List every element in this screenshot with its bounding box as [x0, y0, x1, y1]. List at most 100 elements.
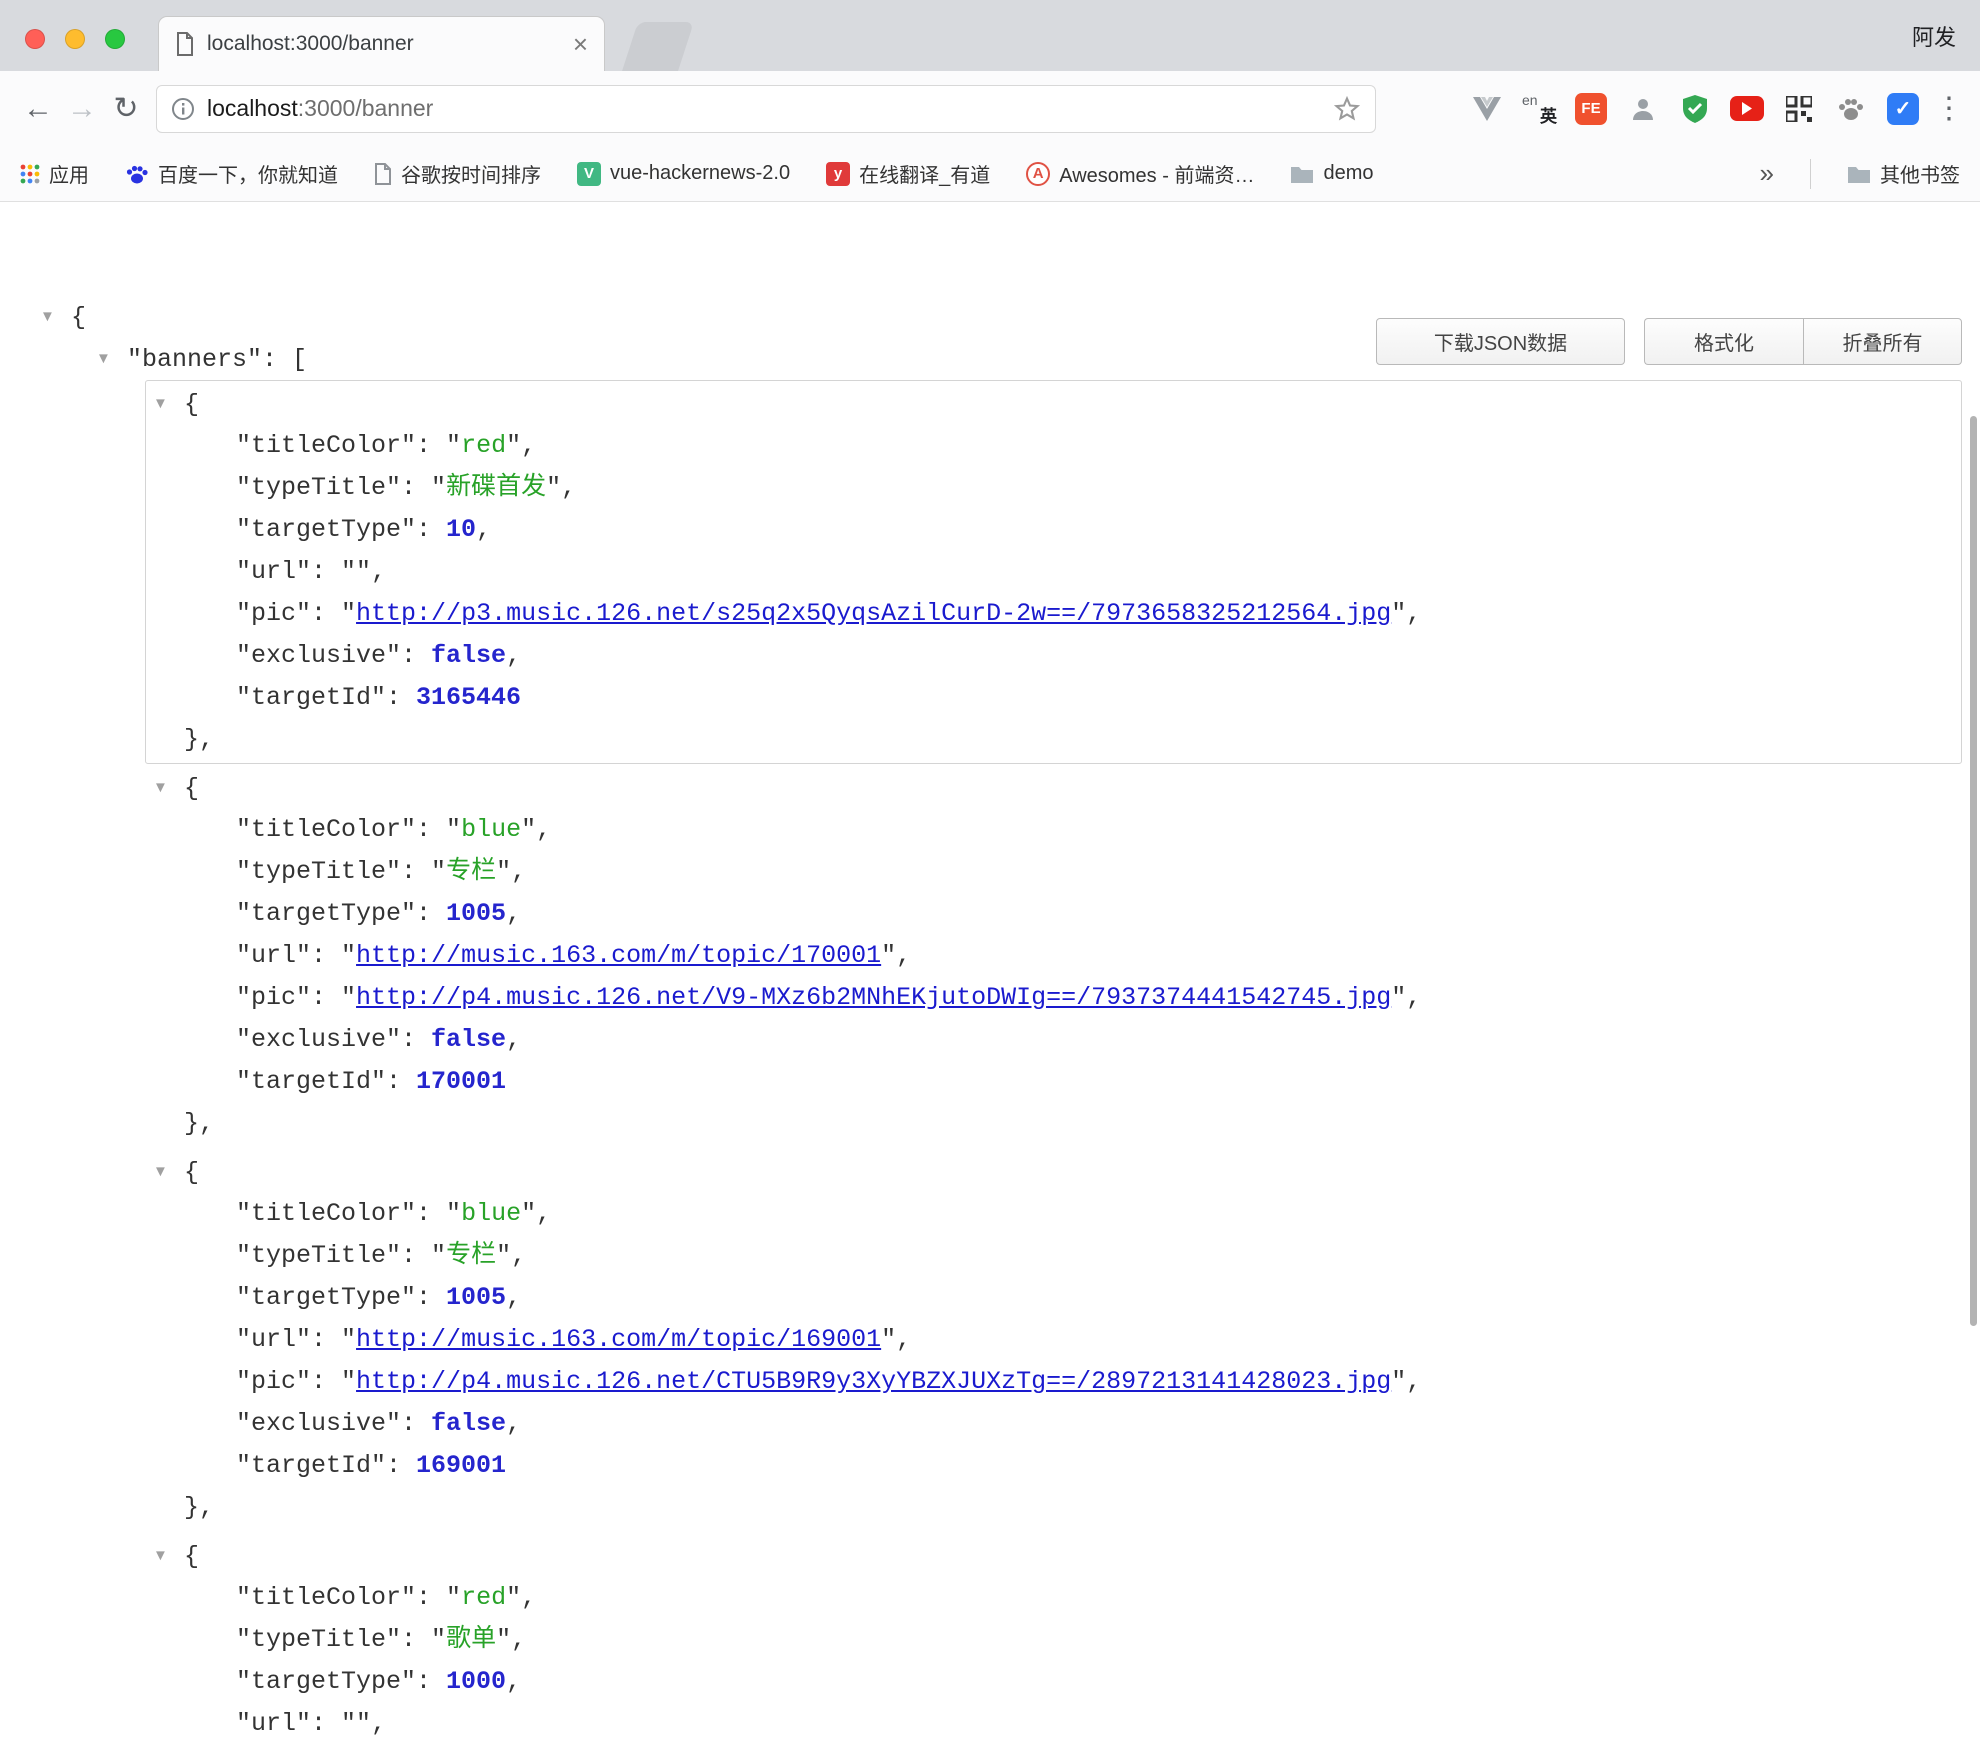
json-url-link[interactable]: http://music.163.com/m/topic/169001	[356, 1325, 881, 1354]
json-line: "titleColor": "blue",	[146, 809, 1961, 851]
page-icon	[374, 163, 392, 185]
json-token: :	[416, 1283, 446, 1312]
forward-button[interactable]: →	[60, 87, 104, 131]
collapse-triangle-icon[interactable]: ▼	[153, 383, 184, 425]
vue-devtools-icon[interactable]	[1466, 88, 1508, 130]
json-token: "	[446, 1199, 461, 1228]
json-key: "typeTitle"	[236, 1241, 401, 1270]
json-token: :	[416, 431, 446, 460]
json-token: {	[184, 1158, 199, 1187]
json-line: },	[146, 1487, 1961, 1529]
minimize-window-button[interactable]	[65, 29, 85, 49]
json-key: "targetType"	[236, 1667, 416, 1696]
profile-name: 阿发	[1912, 20, 1956, 52]
back-button[interactable]: ←	[16, 87, 60, 131]
json-token: ,	[521, 431, 536, 460]
json-token: ,	[506, 899, 521, 928]
new-tab-button[interactable]	[622, 22, 694, 71]
json-string-value: blue	[461, 1199, 521, 1228]
json-line: "url": "http://music.163.com/m/topic/170…	[146, 935, 1961, 977]
json-object-block: ▼{"titleColor": "red","typeTitle": "新碟首发…	[145, 380, 1962, 764]
json-url-link[interactable]: http://p3.music.126.net/s25q2x5QyqsAzilC…	[356, 599, 1391, 628]
bookmarks-overflow-chevron[interactable]: »	[1760, 158, 1774, 189]
tab-close-icon[interactable]: ×	[573, 31, 588, 57]
json-string-value: red	[461, 431, 506, 460]
window-controls	[25, 29, 125, 49]
json-token: :	[401, 1241, 431, 1270]
json-token: },	[184, 725, 214, 754]
address-bar[interactable]: localhost:3000/banner	[156, 85, 1376, 133]
other-bookmarks[interactable]: 其他书签	[1847, 159, 1960, 188]
json-token: : [	[262, 345, 307, 374]
json-token: ,	[1406, 983, 1421, 1012]
json-token: :	[401, 857, 431, 886]
translate-extension-icon[interactable]: en 英	[1518, 88, 1560, 130]
json-token: :	[416, 515, 446, 544]
json-url-link[interactable]: http://p4.music.126.net/V9-MXz6b2MNhEKju…	[356, 983, 1391, 1012]
collapse-triangle-icon[interactable]: ▼	[153, 1535, 184, 1577]
youtube-extension-icon[interactable]	[1726, 88, 1768, 130]
json-line: "pic": "http://p4.music.126.net/tGPljf-I…	[146, 1745, 1961, 1754]
json-key: "targetType"	[236, 899, 416, 928]
json-number-value: 169001	[416, 1451, 506, 1480]
json-token: :	[416, 1199, 446, 1228]
bookmark-baidu[interactable]: 百度一下，你就知道	[125, 159, 338, 188]
json-line: },	[146, 1103, 1961, 1145]
json-line: "targetId": 3165446	[146, 677, 1961, 719]
json-token: :	[401, 1625, 431, 1654]
check-extension-icon[interactable]: ✓	[1882, 88, 1924, 130]
vertical-scrollbar[interactable]	[1970, 416, 1977, 1326]
json-token: ,	[371, 557, 386, 586]
page-info-icon[interactable]	[171, 97, 195, 121]
reload-button[interactable]: ↻	[104, 87, 148, 131]
json-token: },	[184, 1109, 214, 1138]
close-window-button[interactable]	[25, 29, 45, 49]
json-key: "targetType"	[236, 515, 416, 544]
qr-code-extension-icon[interactable]	[1778, 88, 1820, 130]
json-token: "	[496, 1625, 511, 1654]
browser-tab[interactable]: localhost:3000/banner ×	[158, 16, 605, 71]
json-token: ,	[896, 1325, 911, 1354]
browser-menu-icon[interactable]: ⋮	[1934, 91, 1964, 126]
format-button-group: 格式化 折叠所有	[1644, 318, 1962, 365]
collapse-triangle-icon[interactable]: ▼	[96, 338, 127, 380]
download-json-button[interactable]: 下载JSON数据	[1376, 318, 1625, 365]
json-token: "	[1391, 1367, 1406, 1396]
zoom-window-button[interactable]	[105, 29, 125, 49]
json-token: "	[446, 1583, 461, 1612]
bookmark-folder-demo[interactable]: demo	[1290, 162, 1373, 185]
bookmark-label: 谷歌按时间排序	[401, 159, 541, 188]
json-token: :	[401, 473, 431, 502]
json-key: "typeTitle"	[236, 857, 401, 886]
json-token: ,	[1406, 1367, 1421, 1396]
json-key: "exclusive"	[236, 1409, 401, 1438]
person-extension-icon[interactable]	[1622, 88, 1664, 130]
json-boolean-value: false	[431, 1025, 506, 1054]
json-url-link[interactable]: http://p4.music.126.net/CTU5B9R9y3XyYBZX…	[356, 1367, 1391, 1396]
bookmark-vue-hackernews[interactable]: V vue-hackernews-2.0	[577, 162, 790, 186]
collapse-triangle-icon[interactable]: ▼	[153, 1151, 184, 1193]
json-line: "titleColor": "blue",	[146, 1193, 1961, 1235]
fe-extension-icon[interactable]: FE	[1570, 88, 1612, 130]
format-button[interactable]: 格式化	[1644, 318, 1803, 365]
bookmark-google-sort[interactable]: 谷歌按时间排序	[374, 159, 541, 188]
shield-extension-icon[interactable]	[1674, 88, 1716, 130]
json-token: "	[431, 1241, 446, 1270]
bookmark-youdao[interactable]: y 在线翻译_有道	[826, 159, 990, 188]
bookmark-awesomes[interactable]: A Awesomes - 前端资…	[1026, 159, 1254, 188]
json-url-link[interactable]: http://music.163.com/m/topic/170001	[356, 941, 881, 970]
json-key: "targetId"	[236, 683, 386, 712]
collapse-all-button[interactable]: 折叠所有	[1803, 318, 1962, 365]
url-text[interactable]: localhost:3000/banner	[207, 95, 433, 122]
json-token: ,	[511, 857, 526, 886]
collapse-triangle-icon[interactable]: ▼	[40, 296, 71, 338]
json-key: "banners"	[127, 345, 262, 374]
json-number-value: 3165446	[416, 683, 521, 712]
bookmark-star-icon[interactable]	[1333, 95, 1361, 123]
json-key: "exclusive"	[236, 641, 401, 670]
paw-extension-icon[interactable]	[1830, 88, 1872, 130]
apps-shortcut[interactable]: 应用	[20, 159, 89, 188]
collapse-triangle-icon[interactable]: ▼	[153, 767, 184, 809]
json-token: "	[356, 1709, 371, 1738]
json-key: "url"	[236, 1709, 311, 1738]
